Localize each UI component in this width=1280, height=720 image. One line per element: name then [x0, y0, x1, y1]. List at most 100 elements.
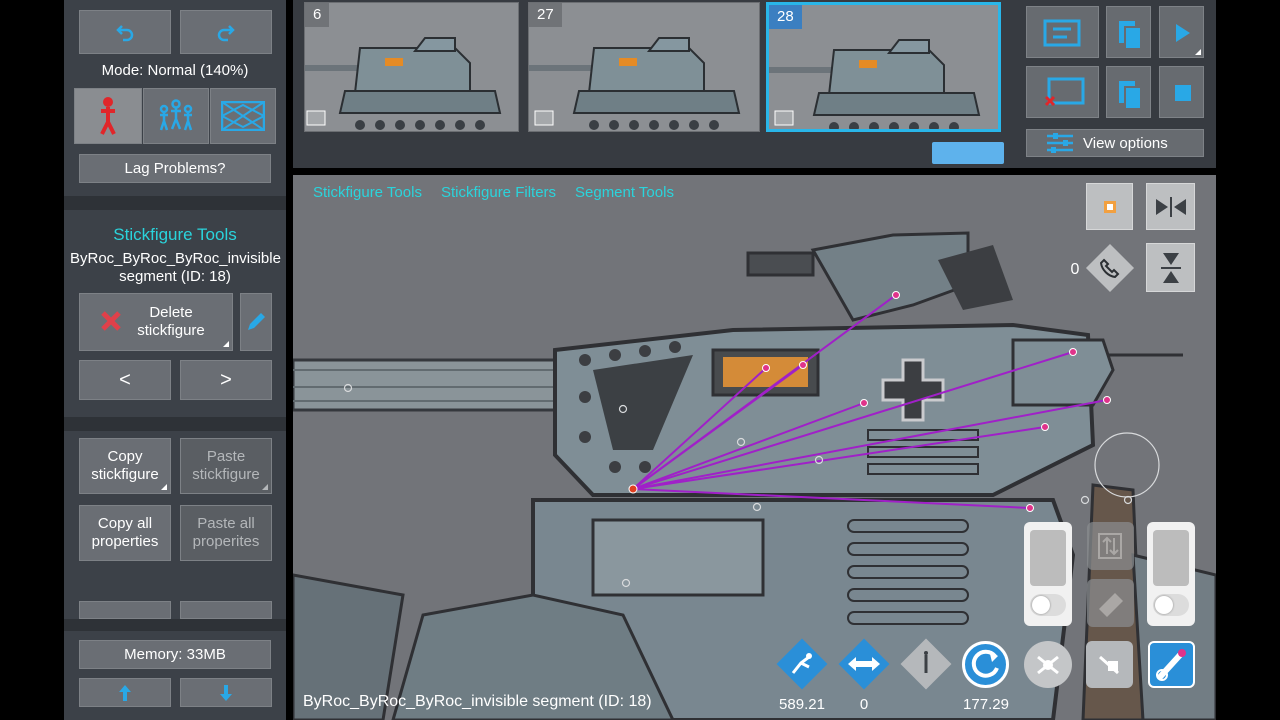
readout-value-1: 589.21: [779, 696, 825, 713]
left-toggle[interactable]: [1030, 594, 1066, 616]
view-options-button[interactable]: View options: [1026, 129, 1204, 157]
undo-button[interactable]: [79, 10, 171, 54]
delete-frame-icon: [1044, 77, 1085, 107]
frame-thumbnail-selected[interactable]: 28: [766, 2, 1001, 132]
readout-value-3: 177.29: [963, 696, 1009, 713]
next-stickfigure-button[interactable]: >: [180, 360, 272, 400]
horizontal-arrow-icon: [848, 657, 880, 671]
layer-count: 0: [1070, 261, 1080, 278]
memory-indicator: Memory: 33MB: [79, 640, 271, 669]
tab-stickfigure-tools[interactable]: Stickfigure Tools: [313, 184, 422, 201]
disconnect-icon: [1037, 655, 1059, 675]
flip-horizontal-icon: [1155, 196, 1186, 217]
flip-vertical-button[interactable]: [1146, 243, 1195, 292]
paste-all-properties-button[interactable]: Paste all properites: [180, 505, 272, 561]
frame-number: 27: [529, 3, 562, 27]
lag-problems-button[interactable]: Lag Problems?: [79, 154, 271, 183]
tank-thumbnail-image: [769, 39, 981, 129]
animation-canvas[interactable]: [293, 175, 1216, 720]
right-slider[interactable]: [1147, 522, 1195, 626]
view-options-icon: [1047, 133, 1073, 153]
section-title: Stickfigure Tools: [113, 225, 237, 244]
tab-stickfigure-filters[interactable]: Stickfigure Filters: [441, 184, 556, 201]
frame-number: 6: [305, 3, 330, 27]
selected-stickfigure-name: ByRoc_ByRoc_ByRoc_invisible segment (ID:…: [70, 250, 281, 285]
vertical-swap-button[interactable]: [1087, 522, 1134, 570]
eraser-icon: [1099, 593, 1123, 617]
delete-icon: [100, 310, 122, 337]
hidden-button-right[interactable]: [180, 601, 272, 619]
selected-segment-label: ByRoc_ByRoc_ByRoc_invisible segment (ID:…: [303, 693, 652, 710]
record-button[interactable]: [1086, 183, 1133, 230]
undo-icon: [116, 25, 134, 42]
readout-value-2: 0: [859, 696, 869, 713]
stick-figure-pose-icon: [791, 653, 812, 674]
left-slider[interactable]: [1024, 522, 1072, 626]
up-arrow-icon: [119, 684, 131, 701]
redo-icon: [217, 25, 235, 42]
group-mode-button[interactable]: [143, 88, 209, 144]
copy-stickfigure-button[interactable]: Copy stickfigure: [79, 438, 171, 494]
copy-icon: [1119, 21, 1142, 50]
segment-tool-button[interactable]: [1148, 641, 1195, 688]
corner-indicator-icon: [161, 484, 167, 490]
stickfigure-icon: [100, 97, 116, 135]
disconnect-tool-button[interactable]: [1024, 641, 1072, 688]
delete-frame-button[interactable]: [1026, 66, 1099, 118]
paste-stickfigure-button[interactable]: Paste stickfigure: [180, 438, 272, 494]
corner-indicator-icon: [262, 484, 268, 490]
left-sidebar: Mode: Normal (140%) Lag Problems? Stickf…: [64, 0, 286, 720]
previous-stickfigure-button[interactable]: <: [79, 360, 171, 400]
flip-vertical-icon: [1160, 252, 1181, 283]
image-icon: [221, 101, 265, 131]
section-divider: [64, 417, 286, 431]
group-icon: [159, 99, 193, 131]
timeline-scroll-thumb[interactable]: [932, 142, 1004, 164]
tab-segment-tools[interactable]: Segment Tools: [575, 184, 674, 201]
copy-stickfigure-label: Copy stickfigure: [91, 448, 159, 483]
corner-indicator-icon: [223, 341, 229, 347]
segment-icon: [1156, 649, 1186, 681]
down-arrow-icon: [220, 684, 232, 701]
info-icon: [924, 651, 928, 673]
tank-drawing[interactable]: [293, 175, 1216, 720]
delete-stickfigure-label: Delete stickfigure: [137, 304, 205, 339]
move-down-button[interactable]: [180, 678, 272, 707]
hidden-button-left[interactable]: [79, 601, 171, 619]
lock-icon: [1099, 655, 1119, 675]
section-divider: [64, 619, 286, 631]
redo-button[interactable]: [180, 10, 272, 54]
move-up-button[interactable]: [79, 678, 171, 707]
delete-stickfigure-button[interactable]: Delete stickfigure: [79, 293, 233, 351]
swap-vertical-icon: [1098, 533, 1122, 559]
stickfigure-mode-button[interactable]: [74, 88, 142, 144]
play-button[interactable]: [1159, 6, 1204, 58]
paste-frame-button[interactable]: [1106, 66, 1151, 118]
view-options-label: View options: [1083, 134, 1168, 152]
edit-button[interactable]: [240, 293, 272, 351]
edit-icon: [248, 313, 265, 330]
flip-horizontal-button[interactable]: [1146, 183, 1195, 230]
phone-icon: [1100, 258, 1120, 278]
stop-icon: [1175, 85, 1191, 101]
rotate-tool-button[interactable]: [962, 641, 1009, 688]
paste-stickfigure-label: Paste stickfigure: [192, 448, 260, 483]
frame-thumbnail[interactable]: 27: [528, 2, 760, 132]
tank-thumbnail-image: [529, 37, 741, 130]
right-toggle[interactable]: [1153, 594, 1189, 616]
lock-tool-button[interactable]: [1086, 641, 1133, 688]
copy-all-properties-button[interactable]: Copy all properties: [79, 505, 171, 561]
copy-frame-button[interactable]: [1106, 6, 1151, 58]
add-frame-icon: [1043, 19, 1081, 47]
frame-number: 28: [769, 5, 802, 29]
paste-icon: [1119, 81, 1142, 110]
play-icon: [1176, 24, 1201, 55]
stop-button[interactable]: [1159, 66, 1204, 118]
record-icon: [1103, 200, 1116, 213]
add-frame-button[interactable]: [1026, 6, 1099, 58]
eraser-button[interactable]: [1087, 579, 1134, 627]
frame-thumbnail[interactable]: 6: [304, 2, 519, 132]
image-mode-button[interactable]: [210, 88, 276, 144]
tank-thumbnail-image: [305, 37, 502, 130]
left-slider-track: [1030, 530, 1066, 586]
